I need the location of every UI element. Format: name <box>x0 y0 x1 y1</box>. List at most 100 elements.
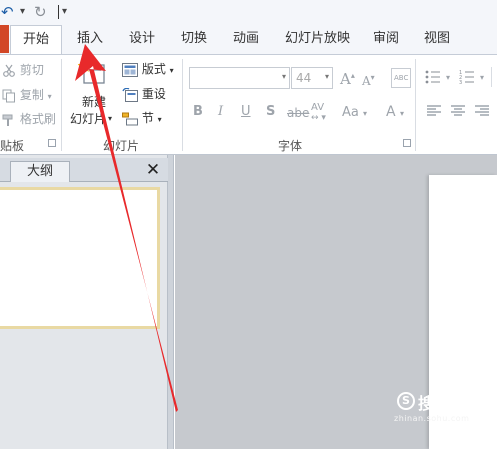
quick-access-toolbar: ↶ ▾ ↻ ▾ <box>0 0 497 24</box>
section-button[interactable]: 节 ▾ <box>122 110 162 128</box>
clear-formatting-icon: ABC <box>394 74 409 82</box>
font-name-dropdown-icon[interactable]: ▾ <box>282 72 286 81</box>
underline-icon: U <box>241 104 251 119</box>
layout-button[interactable]: 版式 ▾ <box>122 61 174 79</box>
tab-transitions[interactable]: 切换 <box>181 29 207 49</box>
close-icon[interactable]: ✕ <box>144 161 162 179</box>
bold-button[interactable]: B <box>193 104 203 120</box>
file-tab[interactable] <box>0 25 9 53</box>
slide-thumbnail[interactable] <box>0 187 160 329</box>
clear-formatting-button[interactable]: ABC <box>391 68 412 88</box>
tab-animations[interactable]: 动画 <box>233 29 259 49</box>
reset-button[interactable]: 重设 <box>122 86 166 102</box>
shadow-icon: S <box>266 104 276 119</box>
new-slide-icon <box>78 59 105 84</box>
font-color-dropdown-icon: ▾ <box>400 109 405 118</box>
font-dialog-launcher-icon[interactable] <box>403 139 411 147</box>
reset-label: 重设 <box>141 87 166 101</box>
tab-design[interactable]: 设计 <box>129 29 155 49</box>
font-color-icon: A <box>386 104 396 120</box>
slides-group-label: 幻灯片 <box>103 139 140 153</box>
layout-icon <box>122 62 138 77</box>
bullets-dropdown-icon[interactable]: ▾ <box>446 70 450 86</box>
format-painter-button[interactable]: 格式刷 <box>2 111 56 127</box>
italic-button[interactable]: I <box>218 104 223 120</box>
undo-dropdown-icon[interactable]: ▾ <box>20 2 25 22</box>
watermark-text: 搜狐经验 <box>418 394 487 413</box>
font-color-button[interactable]: A ▾ <box>386 104 404 122</box>
bold-icon: B <box>193 104 203 119</box>
numbering-dropdown-icon[interactable]: ▾ <box>480 70 484 86</box>
tab-outline[interactable]: 大纲 <box>10 161 70 182</box>
align-center-icon[interactable] <box>451 105 465 117</box>
font-size-value: 44 <box>296 71 312 85</box>
bullets-icon[interactable] <box>425 70 445 84</box>
copy-dropdown-icon: ▾ <box>47 92 52 101</box>
change-case-dropdown-icon: ▾ <box>363 109 368 118</box>
tab-slide-show[interactable]: 幻灯片放映 <box>285 29 350 49</box>
paintbrush-icon <box>2 114 13 126</box>
qat-separator <box>58 5 59 19</box>
layout-dropdown-icon: ▾ <box>169 66 174 75</box>
numbering-icon[interactable]: 1 2 3 <box>459 70 479 84</box>
watermark: S 搜狐经验 zhinan.sohu.com <box>394 390 497 430</box>
panel-splitter[interactable] <box>168 155 174 449</box>
shrink-font-button[interactable]: A▾ <box>362 70 375 89</box>
group-separator <box>415 59 416 151</box>
ribbon: 剪切 复制 ▾ 格式刷 贴板 新建 幻灯片 ▾ 版式 ▾ 重设 节 ▾ 幻灯片 … <box>0 54 497 155</box>
scissors-icon <box>3 64 15 77</box>
undo-button[interactable]: ↶ <box>1 2 14 22</box>
italic-icon: I <box>218 104 224 119</box>
strikethrough-button[interactable]: abe <box>287 105 309 121</box>
copy-button[interactable]: 复制 ▾ <box>2 87 52 105</box>
change-case-button[interactable]: Aa ▾ <box>342 105 367 122</box>
divider <box>491 67 492 87</box>
font-size-dropdown-icon[interactable]: ▾ <box>325 72 329 81</box>
group-separator <box>61 59 62 151</box>
tab-home[interactable]: 开始 <box>10 25 62 55</box>
cut-button[interactable]: 剪切 <box>2 62 44 78</box>
redo-button[interactable]: ↻ <box>34 2 47 22</box>
char-spacing-icon: AV <box>311 102 325 113</box>
shrink-font-icon: A <box>362 74 371 88</box>
slides-outline-panel: 大纲 ✕ <box>0 155 168 449</box>
customize-qat-button[interactable]: ▾ <box>62 2 67 22</box>
tab-view[interactable]: 视图 <box>424 29 450 49</box>
character-spacing-button[interactable]: AV ↔ ▾ <box>311 102 326 124</box>
grow-font-button[interactable]: A▴ <box>340 68 355 87</box>
format-painter-label: 格式刷 <box>19 112 56 126</box>
watermark-url: zhinan.sohu.com <box>394 414 470 423</box>
align-left-icon[interactable] <box>427 105 441 117</box>
reset-slide-icon <box>122 87 138 102</box>
align-right-icon[interactable] <box>475 105 489 117</box>
section-label: 节 <box>141 111 154 125</box>
text-shadow-button[interactable]: S <box>266 104 275 120</box>
svg-text:3: 3 <box>459 80 462 84</box>
new-slide-button[interactable]: 新建 幻灯片 ▾ <box>70 59 114 131</box>
tab-review[interactable]: 审阅 <box>373 29 399 49</box>
section-dropdown-icon: ▾ <box>157 115 162 124</box>
new-slide-label-line1: 新建 <box>82 95 107 109</box>
layout-label: 版式 <box>141 62 166 76</box>
group-separator <box>182 59 183 151</box>
underline-button[interactable]: U <box>241 104 251 120</box>
copy-icon <box>2 89 15 102</box>
copy-label: 复制 <box>19 88 44 102</box>
panel-tab-strip: 大纲 ✕ <box>0 158 168 182</box>
font-group-label: 字体 <box>278 139 303 153</box>
tab-insert[interactable]: 插入 <box>77 29 103 49</box>
watermark-logo-icon: S <box>397 392 415 410</box>
clipboard-group-label: 贴板 <box>0 139 25 153</box>
strikethrough-icon: abe <box>287 106 310 120</box>
font-size-combobox[interactable]: 44 ▾ <box>291 67 333 89</box>
change-case-icon: Aa <box>342 105 359 120</box>
ribbon-tab-row: 开始 插入 设计 切换 动画 幻灯片放映 审阅 视图 <box>0 24 497 55</box>
clipboard-dialog-launcher-icon[interactable] <box>48 139 56 147</box>
char-spacing-arrows-icon: ↔ ▾ <box>311 113 326 123</box>
grow-font-icon: A <box>340 70 351 88</box>
font-name-combobox[interactable]: ▾ <box>189 67 290 89</box>
cut-label: 剪切 <box>19 63 44 77</box>
new-slide-dropdown-icon: ▾ <box>108 114 113 123</box>
section-icon <box>122 112 138 125</box>
new-slide-label-line2: 幻灯片 <box>70 112 107 126</box>
